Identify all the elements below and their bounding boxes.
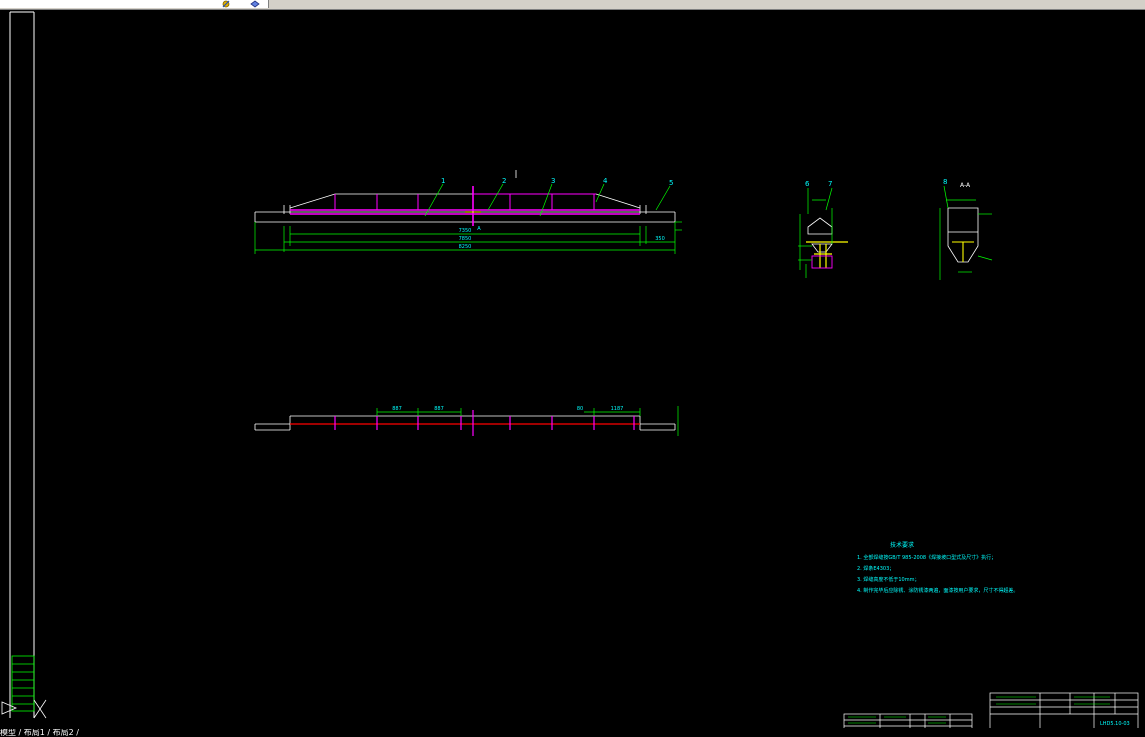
toolbar [0,0,1145,10]
drawing-canvas[interactable]: 1 2 3 4 5 7350 7850 8250 350 A 887 887 8… [0,10,1145,728]
notes-item-3: 3. 焊缝高度不低于10mm； [857,576,919,583]
callout-4: 4 [603,177,608,185]
left-side-table [11,655,35,712]
title-block: LHD5.10-03 [843,692,1139,728]
notes-item-1: 1. 全部焊缝按GB/T 985-2008《焊接坡口型式及尺寸》执行； [857,554,996,561]
callout-2: 2 [502,177,506,185]
notes-item-2: 2. 焊条E4303； [857,565,894,572]
elevation-view: 1 2 3 4 5 7350 7850 8250 350 A [254,177,682,254]
callout-1: 1 [441,177,445,185]
section-view-1: 6 7 [798,180,848,278]
callout-3: 3 [551,177,555,185]
notes-item-4: 4. 制作完毕后应除锈、涂防锈漆两遍，面漆按用户要求，尺寸不得超差。 [857,587,1018,594]
dim-350: 350 [655,236,665,242]
callout-6: 6 [805,180,810,188]
plan-dim-887-b: 887 [434,406,444,412]
notes-heading: 技术要求 [890,541,914,549]
callout-5: 5 [669,179,673,187]
callout-8: 8 [943,178,947,186]
technical-notes: 技术要求 1. 全部焊缝按GB/T 985-2008《焊接坡口型式及尺寸》执行；… [857,541,1018,594]
left-frame [9,11,35,718]
layer-property-icon[interactable] [250,0,260,8]
section-view-2: 8 A-A [939,178,993,280]
plan-dim-1187: 1187 [611,406,624,412]
plan-dim-887-a: 887 [392,406,402,412]
section-label: A-A [960,182,971,189]
ucs-icon [1,699,47,719]
layer-tool-icon[interactable] [222,0,232,8]
plan-dim-80: 80 [577,406,583,412]
dim-7350: 7350 [459,228,472,234]
dim-7850: 7850 [459,236,472,242]
dim-8250: 8250 [459,244,472,250]
section-marker: A [477,226,481,232]
drawing-number: LHD5.10-03 [1100,721,1130,727]
plan-view: 887 887 80 1187 [254,406,679,436]
callout-7: 7 [828,180,832,188]
layout-tabs[interactable]: 模型 / 布局1 / 布局2 / [0,729,200,737]
